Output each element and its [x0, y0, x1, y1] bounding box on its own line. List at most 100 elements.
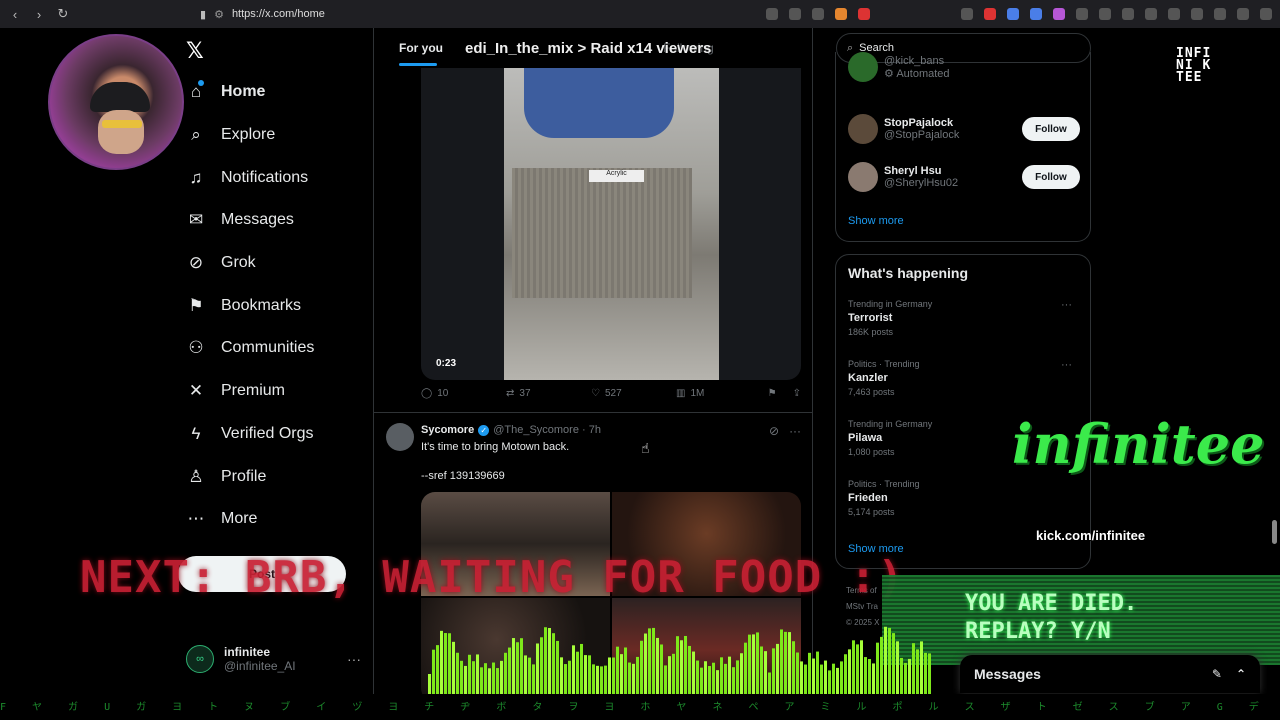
waveform-bar: [784, 631, 787, 694]
chevron-up-icon[interactable]: ⌃: [1236, 667, 1246, 681]
brave-rewards-icon[interactable]: [858, 8, 870, 20]
reload-icon[interactable]: ↻: [56, 6, 70, 22]
extension-icon[interactable]: [961, 8, 973, 20]
grok-icon[interactable]: ⊘: [769, 424, 779, 438]
sidebar-item-verified-orgs[interactable]: ϟ Verified Orgs: [186, 413, 366, 456]
video-player[interactable]: Acrylic 0:23: [421, 68, 801, 380]
account-switcher[interactable]: ∞ infinitee @infinitee_AI ···: [186, 645, 361, 673]
sidebar-item-premium[interactable]: ✕ Premium: [186, 370, 366, 413]
heart-icon: ♡: [591, 388, 600, 399]
sidebar-item-home[interactable]: ⌂ Home: [186, 71, 366, 114]
more-dots-icon[interactable]: ···: [347, 651, 361, 667]
sidebar-item-notifications[interactable]: ♫ Notifications: [186, 156, 366, 199]
waveform-bar: [848, 649, 851, 694]
scrollbar[interactable]: [1272, 520, 1277, 544]
more-dots-icon[interactable]: ···: [1061, 299, 1072, 311]
sidebar-item-label: Profile: [221, 467, 267, 485]
sidebar-item-label: Grok: [221, 254, 256, 272]
sidebar-item-messages[interactable]: ✉ Messages: [186, 199, 366, 242]
waveform-bar: [596, 665, 599, 694]
views-button[interactable]: ▥ 1M: [676, 388, 761, 399]
wallet-icon[interactable]: [1191, 8, 1203, 20]
browser-toolbar: ‹ › ↻ ▮ ⚙ https://x.com/home: [0, 0, 1280, 28]
waveform-bar: [624, 647, 627, 694]
sidebar-item-communities[interactable]: ⚇ Communities: [186, 327, 366, 370]
address-bar[interactable]: ▮ ⚙ https://x.com/home: [200, 8, 325, 21]
home-icon: ⌂: [190, 82, 202, 102]
extension-purple-icon[interactable]: [1053, 8, 1065, 20]
avatar[interactable]: [386, 423, 414, 451]
avatar: [848, 114, 878, 144]
follow-suggestion[interactable]: Sheryl Hsu @SherylHsu02 Follow: [848, 162, 1080, 192]
reply-button[interactable]: ◯ 10: [421, 388, 506, 399]
sidebar-item-grok[interactable]: ⊘ Grok: [186, 242, 366, 285]
menu-icon[interactable]: [1260, 8, 1272, 20]
waveform-bar: [636, 656, 639, 694]
bookmark-icon[interactable]: ▮: [200, 8, 206, 21]
waveform-bar: [472, 661, 475, 694]
active-tab-indicator: [399, 63, 437, 66]
bookmark-post-icon[interactable]: ⚑: [768, 388, 777, 399]
forward-icon[interactable]: ›: [32, 7, 46, 22]
extension-globe-icon[interactable]: [1030, 8, 1042, 20]
site-settings-icon[interactable]: ⚙: [214, 8, 224, 21]
waveform-bar: [844, 654, 847, 694]
repost-button[interactable]: ⇄ 37: [506, 388, 591, 399]
waveform-bar: [760, 646, 763, 694]
follow-button[interactable]: Follow: [1022, 165, 1080, 189]
waveform-bar: [540, 637, 543, 694]
follow-button[interactable]: Follow: [1022, 117, 1080, 141]
sidebar-item-bookmarks[interactable]: ⚑ Bookmarks: [186, 284, 366, 327]
show-more-link[interactable]: Show more: [848, 215, 904, 227]
puzzle-icon[interactable]: [1076, 8, 1088, 20]
messages-drawer[interactable]: Messages ✎ ⌃: [960, 655, 1260, 693]
waveform-bar: [736, 660, 739, 694]
chart-icon: ▥: [676, 388, 686, 399]
download-icon[interactable]: [1122, 8, 1134, 20]
share-post-icon[interactable]: ⇪: [793, 388, 801, 399]
sidebar-item-profile[interactable]: ♙ Profile: [186, 455, 366, 498]
more-dots-icon[interactable]: ···: [789, 424, 801, 438]
sidebar-icon[interactable]: [1168, 8, 1180, 20]
waveform-bar: [528, 657, 531, 694]
tab-icon[interactable]: [1099, 8, 1111, 20]
tweet-author[interactable]: Sycomore: [421, 424, 474, 436]
waveform-bar: [816, 651, 819, 694]
avatar: ∞: [186, 645, 214, 673]
follow-suggestion[interactable]: StopPajalock @StopPajalock Follow: [848, 114, 1080, 144]
screen-icon[interactable]: [766, 8, 778, 20]
trend-item[interactable]: Trending in Germany Terrorist 186K posts…: [848, 299, 1080, 337]
ai-icon[interactable]: [1214, 8, 1226, 20]
brave-shield-icon[interactable]: [835, 8, 847, 20]
waveform-bar: [704, 661, 707, 694]
waveform-bar: [676, 636, 679, 694]
sidebar-item-explore[interactable]: ⌕ Explore: [186, 114, 366, 157]
share-icon[interactable]: [812, 8, 824, 20]
more-dots-icon[interactable]: ···: [1061, 359, 1072, 371]
post-divider: [374, 412, 812, 413]
like-button[interactable]: ♡ 527: [591, 388, 676, 399]
waveform-bar: [524, 655, 527, 694]
extension-blue-icon[interactable]: [1007, 8, 1019, 20]
music-icon[interactable]: [1145, 8, 1157, 20]
raid-overlay-text: edi_In_the_mix > Raid x14 viewers: [465, 40, 712, 57]
tweet-handle[interactable]: @The_Sycomore · 7h: [493, 424, 601, 436]
extension-red-icon[interactable]: [984, 8, 996, 20]
waveform-bar: [696, 660, 699, 694]
follow-suggestion[interactable]: @kick_bans ⚙ Automated: [848, 52, 1080, 82]
zoom-icon[interactable]: [789, 8, 801, 20]
x-logo-icon[interactable]: 𝕏: [186, 38, 204, 64]
waveform-bar: [776, 643, 779, 694]
vpn-icon[interactable]: [1237, 8, 1249, 20]
waveform-bar: [504, 652, 507, 694]
trend-item[interactable]: Politics · Trending Kanzler 7,463 posts …: [848, 359, 1080, 397]
trend-item[interactable]: Politics · Trending Frieden 5,174 posts: [848, 479, 1080, 517]
sidebar-item-more[interactable]: ⋯ More: [186, 498, 366, 541]
compose-message-icon[interactable]: ✎: [1212, 667, 1222, 681]
back-icon[interactable]: ‹: [8, 7, 22, 22]
waveform-bar: [728, 656, 731, 694]
waveform-bar: [496, 668, 499, 694]
waveform-bar: [604, 665, 607, 694]
waveform-bar: [488, 668, 491, 694]
tab-for-you[interactable]: For you: [374, 41, 468, 55]
